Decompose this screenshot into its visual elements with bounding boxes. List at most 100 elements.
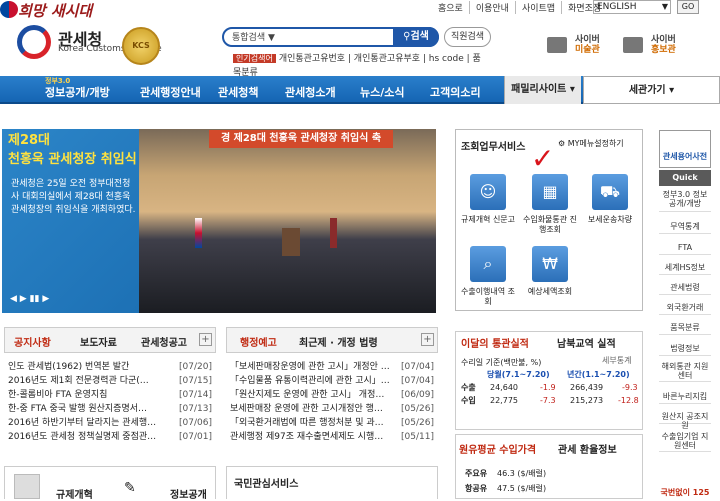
quick-link[interactable]: 수출입기업 지원센터 [659, 432, 711, 452]
kcs-logo[interactable] [17, 25, 57, 65]
go-button[interactable]: GO [677, 0, 699, 14]
chevron-down-icon: ▼ [661, 2, 668, 11]
quick-link[interactable]: 정부3.0 정보공개/개방 [659, 190, 711, 212]
oil-label: 주요유 [465, 469, 488, 478]
service-label[interactable]: 수입화물통관 진행조회 [520, 215, 580, 235]
list-item[interactable]: 한-중 FTA 중국 발행 원산지증명서… [8, 403, 172, 416]
ceremony-photo [139, 129, 436, 313]
won-icon[interactable]: ₩ [532, 246, 568, 282]
list-date: [05/26] [401, 404, 434, 414]
banner-description: 관세청은 25일 오전 정부대전청사 대회의실에서 제28대 천홍욱관세청장의 … [11, 179, 136, 215]
painting-icon [547, 37, 567, 53]
hotline-125[interactable]: 국번없이 125 [659, 488, 711, 499]
family-site-select[interactable]: 패밀리사이트 ▾ [504, 76, 581, 104]
services-title: 조회업무서비스 [461, 142, 526, 153]
list-item[interactable]: 2016년도 관세청 정책실명제 중점관… [8, 431, 172, 444]
import-year: 215,273 [570, 396, 604, 405]
nav-info-open[interactable]: 정보공개/개방 [45, 84, 110, 100]
detail-stats-link[interactable]: 세부통계 [602, 355, 631, 367]
list-item[interactable]: 「원산지제도 운영에 관한 고시」 개정… [230, 389, 396, 402]
quick-link[interactable]: 무역통계 [659, 222, 711, 234]
service-label[interactable]: 보세운송차량 [580, 215, 640, 225]
staff-search-button[interactable]: 직원검색 [444, 27, 491, 47]
list-date: [05/11] [401, 432, 434, 442]
quick-menu-header: Quick Menu [659, 170, 711, 198]
list-date: [06/09] [401, 390, 434, 400]
more-button[interactable]: + [421, 333, 434, 346]
export-month-rate: -1.9 [540, 383, 556, 392]
list-date: [05/26] [401, 418, 434, 428]
hot-keyword-tag: 인기검색어 [233, 54, 276, 63]
tab-admin-notice[interactable]: 행정예고 [240, 334, 277, 349]
stage-banner: 경 제28대 천홍욱 관세청장 취임식 축 [209, 130, 393, 148]
list-item[interactable]: 「보세판매장운영에 관한 고시」개정안 … [230, 361, 396, 374]
list-date: [07/04] [401, 376, 434, 386]
flag-pole [195, 218, 202, 248]
banner-controls[interactable]: ◀ ▶ ▮▮ ▶ [10, 294, 49, 304]
list-item[interactable]: 보세판매장 운영에 관한 고시개정안 행… [230, 403, 396, 416]
oil-value: 46.3 ($/배럴) [497, 469, 547, 478]
award-badge: KCS [122, 27, 160, 65]
tab-inter-korean[interactable]: 남북교역 실적 [557, 335, 616, 350]
person-speech-icon[interactable]: ☺ [470, 174, 506, 210]
document-icon [14, 474, 40, 499]
dictionary-link[interactable]: 관세용어사전 [659, 130, 711, 168]
list-item[interactable]: 2016년 하반기부터 달라지는 관세행… [8, 417, 172, 430]
quick-link[interactable]: FTA [659, 243, 711, 255]
quick-link[interactable]: 해외통관 지원센터 [659, 362, 711, 382]
quick-link[interactable]: 법령정보 [659, 344, 711, 356]
quick-link[interactable]: 원산지 공조지원 [659, 412, 711, 430]
tab-notice[interactable]: 공지사항 [14, 334, 51, 349]
nav-admin-guide[interactable]: 관세행정안내 [140, 84, 201, 100]
col-month: 당월(7.1~7.20) [487, 370, 550, 379]
cargo-icon[interactable]: ▦ [532, 174, 568, 210]
tab-press[interactable]: 보도자료 [80, 334, 117, 349]
list-item[interactable]: 「외국환거래법에 따른 행정처분 및 과… [230, 417, 396, 430]
list-item[interactable]: 「수입물품 유통이력관리에 관한 고시」… [230, 375, 396, 388]
quick-link[interactable]: 바른누리지킴 [659, 392, 711, 404]
cyber-gallery-link[interactable]: 사이버 미술관 [547, 33, 605, 57]
more-button[interactable]: + [199, 333, 212, 346]
import-month-rate: -7.3 [540, 396, 556, 405]
truck-icon[interactable]: ⛟ [592, 174, 628, 210]
list-item[interactable]: 관세행정 제97조 재수출면세제도 시행… [230, 431, 396, 444]
nav-about[interactable]: 관세청소개 [285, 84, 336, 100]
list-item[interactable]: 인도 관세법(1962) 번역본 발간 [8, 361, 172, 374]
export-label: 수출 [461, 383, 476, 392]
checkmark-icon: ✓ [531, 142, 555, 175]
service-label[interactable]: 예상세액조회 [520, 287, 580, 297]
search-button[interactable]: ⚲검색 [393, 27, 439, 47]
list-item[interactable]: 한-콜롬비아 FTA 운영지침 [8, 389, 172, 402]
tab-exchange-rate[interactable]: 관세 환율정보 [558, 441, 617, 456]
nav-news[interactable]: 뉴스/소식 [360, 84, 405, 100]
list-date: [07/01] [179, 432, 212, 442]
flag-pole [330, 218, 337, 248]
film-icon [623, 37, 643, 53]
service-label[interactable]: 규제개혁 신문고 [458, 215, 518, 225]
tab-recent-laws[interactable]: 최근제 · 개정 법령 [299, 334, 378, 349]
service-label[interactable]: 수출이행내역 조회 [458, 287, 518, 307]
tab-monthly-trade[interactable]: 이달의 통관실적 [461, 335, 529, 350]
list-date: [07/04] [401, 362, 434, 372]
quick-link[interactable]: 품목분류 [659, 323, 711, 335]
list-item[interactable]: 2016년도 제1회 전문경력관 다군(… [8, 375, 172, 388]
podium [282, 228, 300, 256]
search-scope-select[interactable]: 통합검색 ▼ [232, 30, 275, 43]
tab-oil-price[interactable]: 원유평균 수입가격 [459, 441, 536, 456]
pen-icon: ✎ [124, 480, 136, 496]
quick-link[interactable]: 외국환거래 [659, 303, 711, 315]
quick-link[interactable]: 세계HS정보 [659, 263, 711, 275]
customs-office-select[interactable]: 세관가기 ▾ [583, 76, 720, 104]
sitemap-link[interactable]: 사이트맵 [516, 1, 563, 14]
nav-policy[interactable]: 관세청책 [218, 84, 258, 100]
jet-fuel-label: 항공유 [465, 484, 488, 493]
nav-voice[interactable]: 고객의소리 [430, 84, 481, 100]
guide-link[interactable]: 이용안내 [470, 1, 516, 14]
my-menu-settings[interactable]: ⚙ MY메뉴설정하기 [558, 138, 624, 149]
home-link[interactable]: 홈으로 [432, 1, 470, 14]
tab-announcement[interactable]: 관세청공고 [141, 334, 187, 349]
magnifier-icon[interactable]: ⌕ [470, 246, 506, 282]
language-select[interactable]: ENGLISH ▼ [593, 0, 671, 14]
cyber-pr-link[interactable]: 사이버 홍보관 [623, 33, 681, 57]
quick-link[interactable]: 관세법령 [659, 283, 711, 295]
